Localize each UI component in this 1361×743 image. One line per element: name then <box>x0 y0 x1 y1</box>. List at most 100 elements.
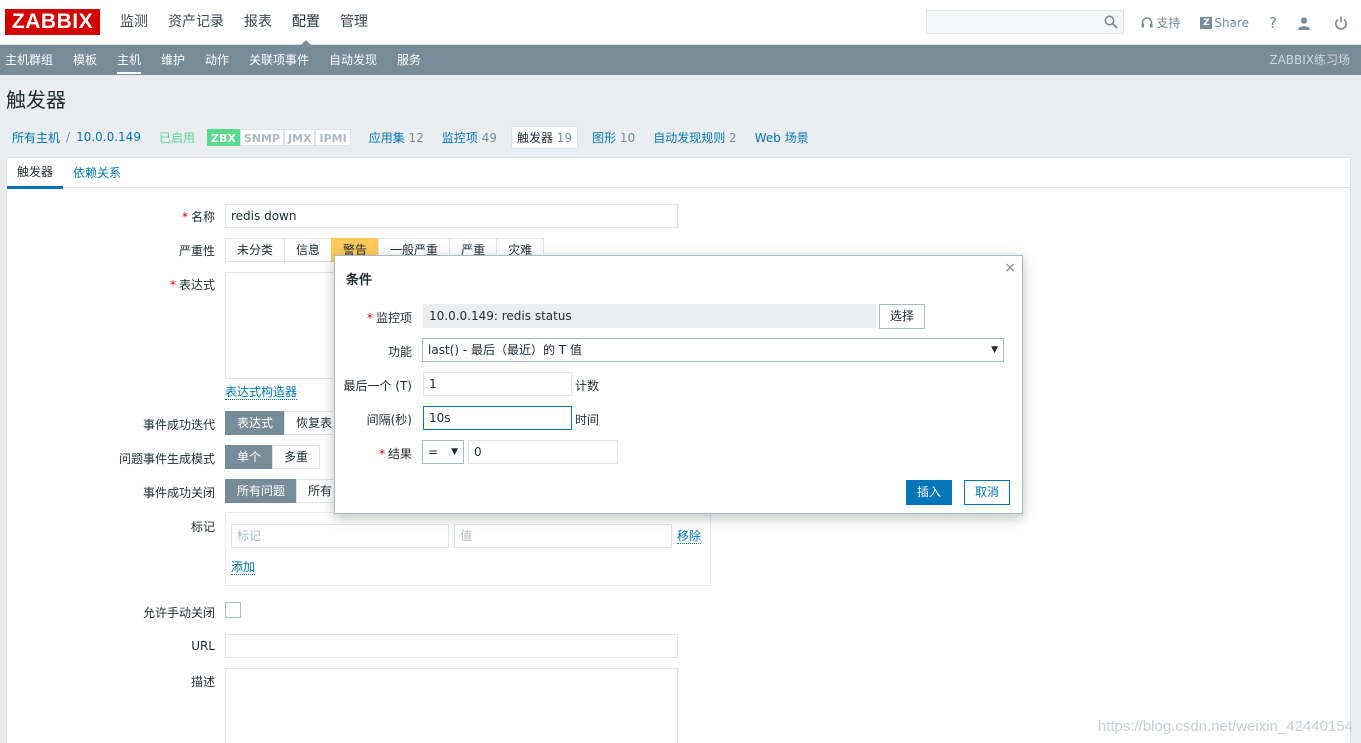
interval-field[interactable]: 10s <box>423 406 572 430</box>
name-label-text: 名称 <box>190 210 215 224</box>
items-label: 监控项 <box>441 130 478 145</box>
function-select[interactable]: last() - 最后（最近）的 T 值 ▼ <box>422 338 1004 362</box>
required-mark: * <box>181 210 188 224</box>
result-value-field[interactable]: 0 <box>468 440 618 464</box>
menu-administration[interactable]: 管理 <box>330 0 378 45</box>
tab-trigger[interactable]: 触发器 <box>7 158 64 189</box>
page-title: 触发器 <box>6 88 66 112</box>
triggers-count: 19 <box>556 130 573 145</box>
condition-dialog: 条件 × * 监控项 10.0.0.149: redis status 选择 功能… <box>334 255 1023 514</box>
problem-mode-selector: 单个 多重 <box>225 445 321 469</box>
result-label-text: 结果 <box>387 447 412 461</box>
item-field[interactable]: 10.0.0.149: redis status <box>423 304 876 328</box>
support-label: 支持 <box>1156 16 1181 30</box>
close-icon[interactable]: × <box>1004 260 1016 276</box>
zabbix-logo[interactable]: ZABBIX <box>5 9 100 35</box>
select-item-button[interactable]: 选择 <box>879 304 926 329</box>
submenu-correlation[interactable]: 关联项事件 <box>249 45 309 75</box>
required-mark: * <box>378 447 385 461</box>
tab-bar: 触发器 依赖关系 <box>7 158 1350 189</box>
menu-reports[interactable]: 报表 <box>234 0 282 45</box>
url-field[interactable] <box>225 634 678 658</box>
breadcrumb-items[interactable]: 监控项 49 <box>442 129 497 146</box>
manual-close-label: 允许手动关闭 <box>142 606 215 620</box>
result-operator-select[interactable]: = ▼ <box>422 440 464 464</box>
headset-icon <box>1141 16 1153 27</box>
search-icon[interactable] <box>1104 15 1118 29</box>
ok-close-selector: 所有问题 所有 <box>225 479 345 503</box>
applications-count: 12 <box>408 130 424 145</box>
tag-add-link[interactable]: 添加 <box>231 560 256 575</box>
submenu-maintenance[interactable]: 维护 <box>161 45 185 75</box>
ok-close-label: 事件成功关闭 <box>142 486 215 500</box>
submenu-services[interactable]: 服务 <box>397 45 421 75</box>
item-label-text: 监控项 <box>375 311 412 325</box>
problem-mode-single[interactable]: 单个 <box>225 445 274 469</box>
submenu-discovery[interactable]: 自动发现 <box>329 45 377 75</box>
menu-configuration[interactable]: 配置 <box>282 0 330 46</box>
graphs-count: 10 <box>619 130 636 145</box>
logout-link[interactable] <box>1334 16 1351 30</box>
ok-close-all-problems[interactable]: 所有问题 <box>225 479 298 503</box>
search-input[interactable] <box>926 10 1124 34</box>
breadcrumb-all-hosts[interactable]: 所有主机 <box>12 129 60 146</box>
menu-monitoring[interactable]: 监测 <box>110 0 158 45</box>
zbx-tag: ZBX <box>206 128 240 146</box>
breadcrumb-discovery-rules[interactable]: 自动发现规则 2 <box>653 129 736 146</box>
dialog-title: 条件 <box>346 273 373 288</box>
menu-inventory[interactable]: 资产记录 <box>158 0 234 45</box>
item-label: * 监控项 <box>367 309 412 326</box>
tag-name-input[interactable]: 标记 <box>231 524 449 548</box>
jmx-tag: JMX <box>283 128 316 146</box>
submenu-hosts[interactable]: 主机 <box>117 45 142 75</box>
user-icon <box>1298 16 1310 30</box>
last-label: 最后一个 (T) <box>343 379 412 393</box>
insert-button[interactable]: 插入 <box>906 480 953 505</box>
expression-builder-link[interactable]: 表达式构造器 <box>225 385 298 400</box>
submenu-host-groups[interactable]: 主机群组 <box>5 45 53 75</box>
problem-mode-multiple[interactable]: 多重 <box>272 445 321 469</box>
manual-close-checkbox[interactable] <box>225 602 241 618</box>
snmp-tag: SNMP <box>239 128 284 146</box>
tab-dependencies[interactable]: 依赖关系 <box>63 158 131 188</box>
required-mark: * <box>366 311 373 325</box>
breadcrumb-triggers[interactable]: 触发器 19 <box>510 125 579 149</box>
required-mark: * <box>169 278 176 292</box>
tag-value-input[interactable]: 值 <box>454 524 672 548</box>
help-icon[interactable]: ? <box>1269 14 1277 32</box>
graphs-label: 图形 <box>592 130 617 145</box>
name-field[interactable]: redis down <box>225 204 678 228</box>
host-status[interactable]: 已启用 <box>159 129 195 146</box>
submenu-actions[interactable]: 动作 <box>205 45 229 75</box>
discovery-rules-count: 2 <box>729 130 737 145</box>
tag-remove-link[interactable]: 移除 <box>677 529 702 544</box>
tags-label: 标记 <box>190 520 215 534</box>
breadcrumb-host[interactable]: 10.0.0.149 <box>76 130 141 144</box>
last-count-field[interactable]: 1 <box>423 372 572 396</box>
discovery-rules-label: 自动发现规则 <box>653 130 726 145</box>
interval-label: 间隔(秒) <box>366 413 412 427</box>
severity-information[interactable]: 信息 <box>284 238 333 262</box>
breadcrumb-applications[interactable]: 应用集 12 <box>369 129 424 146</box>
description-label: 描述 <box>190 675 215 689</box>
breadcrumb-graphs[interactable]: 图形 10 <box>592 129 635 146</box>
expression-label-text: 表达式 <box>178 278 215 292</box>
ok-event-expression[interactable]: 表达式 <box>225 411 286 435</box>
description-textarea[interactable] <box>225 668 678 743</box>
top-links: 支持 Z Share ? <box>1121 0 1351 45</box>
ok-event-selector: 表达式 恢复表 <box>225 411 345 435</box>
breadcrumb-web-scenarios[interactable]: Web 场景 <box>755 129 809 146</box>
severity-not-classified[interactable]: 未分类 <box>225 238 286 262</box>
profile-link[interactable] <box>1297 16 1314 30</box>
problem-mode-label: 问题事件生成模式 <box>118 452 215 466</box>
items-count: 49 <box>481 130 497 145</box>
support-link[interactable]: 支持 <box>1141 14 1180 31</box>
share-icon: Z <box>1200 16 1213 29</box>
power-icon <box>1335 16 1347 30</box>
share-link[interactable]: Z Share <box>1200 16 1249 30</box>
server-name: ZABBIX练习场 <box>1269 53 1350 67</box>
submenu-templates[interactable]: 模板 <box>73 45 97 75</box>
ok-event-label: 事件成功迭代 <box>142 418 215 432</box>
ipmi-tag: IPMI <box>315 128 351 146</box>
cancel-button[interactable]: 取消 <box>964 480 1011 505</box>
